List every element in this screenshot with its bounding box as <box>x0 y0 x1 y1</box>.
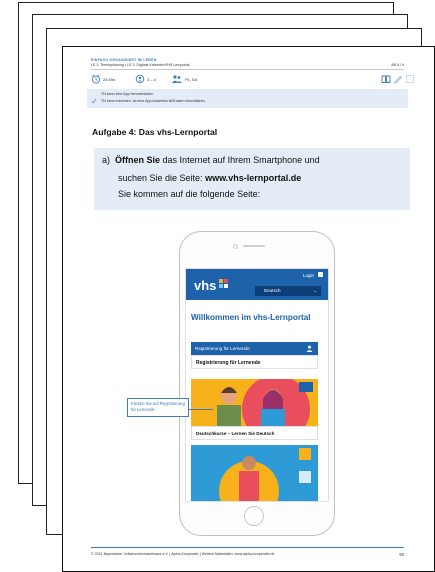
welcome-heading: Willkommen im vhs-Lernportal <box>191 313 311 322</box>
sheet-number: AB 5 / 9 <box>391 63 404 67</box>
task-title: Aufgabe 4: Das vhs-Lernportal <box>92 127 218 137</box>
lock-icon[interactable] <box>318 272 323 277</box>
instruction-line-1: a) Öffnen Sie das Internet auf Ihrem Sma… <box>102 155 320 165</box>
pencil-icon <box>394 75 403 84</box>
grid-icon <box>406 75 414 83</box>
language-select-value: Deutsch <box>264 288 281 293</box>
clock-icon <box>91 74 101 84</box>
goal-2: TN kann erkennen, ob eine App kostenlos … <box>101 99 206 103</box>
book-icon <box>381 75 391 83</box>
course-illustration <box>191 445 318 501</box>
register-header-bar[interactable]: Registrierung für Lernende <box>191 342 318 355</box>
people-icon <box>172 75 182 83</box>
vhs-app-bar: vhs Login Deutsch ⌄ <box>186 269 328 300</box>
vhs-logo-mark-icon <box>219 279 228 288</box>
group-size: 3 – 4 <box>147 77 156 82</box>
instruction-box: a) Öffnen Sie das Internet auf Ihrem Sma… <box>94 148 410 210</box>
chevron-down-icon: ⌄ <box>313 288 317 293</box>
phone-camera <box>233 244 238 249</box>
group-icon <box>135 74 145 84</box>
learners-illustration <box>191 379 318 426</box>
smartphone-mockup: vhs Login Deutsch ⌄ Willkommen im vhs-Le… <box>179 231 335 536</box>
header-unit: LE 1: Terminplanung • LE 3: Digitale Kal… <box>91 63 190 67</box>
work-form: PL, EA <box>185 77 198 82</box>
instruction-line-3: Sie kommen auf die folgende Seite: <box>118 189 261 199</box>
goal-1: TN kann eine App herunterladen. <box>101 92 154 96</box>
footer-copyright: © 2021 Bayerischer Volkshochschulverband… <box>91 552 275 556</box>
page-number: 50 <box>399 552 404 557</box>
duration: 25 Min. <box>103 77 117 82</box>
login-link[interactable]: Login <box>303 273 314 278</box>
footer-divider <box>91 547 404 548</box>
callout-hint: Klicken Sie auf Registrierung für Lernen… <box>127 398 189 417</box>
task-letter: a) <box>102 155 111 165</box>
learning-goals-box: ✓ TN kann eine App herunterladen. TN kan… <box>87 89 408 108</box>
language-select[interactable]: Deutsch ⌄ <box>255 286 321 296</box>
callout-connector <box>189 409 213 410</box>
register-learners-button[interactable]: Registrierung für Lernende <box>191 355 318 369</box>
phone-speaker <box>243 245 265 247</box>
worksheet-page: EINFACH ORGANISIERT IM LEBEN LE 1: Termi… <box>62 46 435 572</box>
german-course-link[interactable]: Deutschkurse – Lernen Sie Deutsch <box>191 426 318 440</box>
instruction-emphasis: Öffnen Sie <box>115 155 161 165</box>
instruction-line-2: suchen Sie die Seite: www.vhs-lernportal… <box>118 173 301 183</box>
instruction-text-1: das Internet auf Ihrem Smartphone und <box>160 155 320 165</box>
instruction-text-2: suchen Sie die Seite: <box>118 173 206 183</box>
portal-url: www.vhs-lernportal.de <box>205 173 302 183</box>
header-divider <box>91 69 404 70</box>
vhs-logo: vhs <box>194 278 217 293</box>
phone-screen: vhs Login Deutsch ⌄ Willkommen im vhs-Le… <box>185 268 329 502</box>
user-icon <box>306 345 313 352</box>
register-header-label: Registrierung für Lernende <box>195 346 250 351</box>
check-icon: ✓ <box>91 97 98 106</box>
phone-home-button <box>244 506 264 526</box>
header-category: EINFACH ORGANISIERT IM LEBEN <box>91 58 157 62</box>
